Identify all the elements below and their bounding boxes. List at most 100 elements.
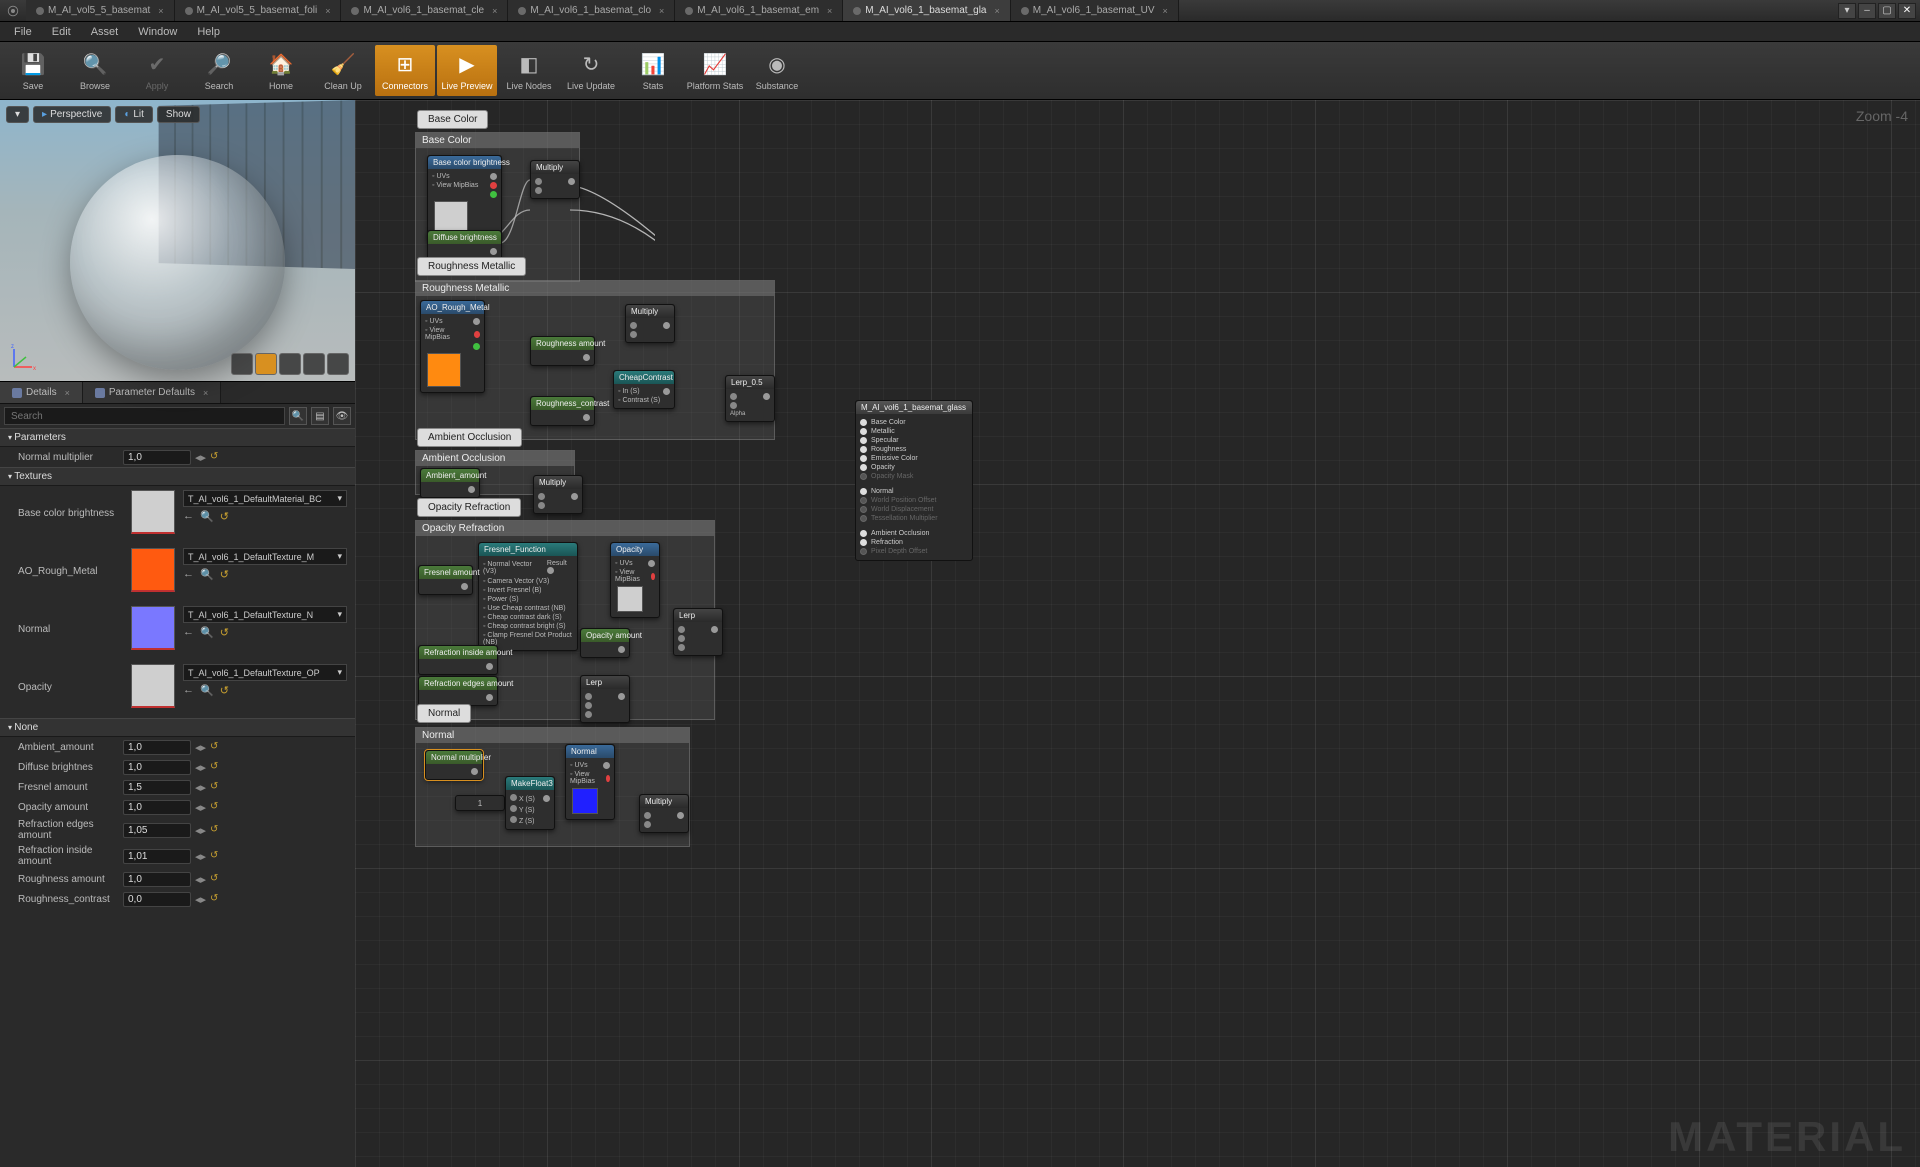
- perspective-button[interactable]: ▸Perspective: [33, 106, 111, 123]
- document-tab[interactable]: M_AI_vol5_5_basemat_foli×: [175, 0, 342, 21]
- reset-icon[interactable]: ↺: [210, 741, 222, 753]
- node-constant-1[interactable]: 1: [455, 795, 505, 811]
- reset-icon[interactable]: ↺: [210, 850, 222, 862]
- menu-file[interactable]: File: [4, 24, 42, 40]
- use-selected-icon[interactable]: ←: [183, 568, 194, 581]
- live-preview-button[interactable]: ▶Live Preview: [437, 45, 497, 96]
- reset-icon[interactable]: ↺: [220, 626, 229, 639]
- output-pin[interactable]: Roughness: [860, 445, 968, 454]
- output-pin[interactable]: Metallic: [860, 427, 968, 436]
- output-pin[interactable]: Ambient Occlusion: [860, 529, 968, 538]
- category-textures[interactable]: Textures: [0, 467, 355, 486]
- save-button[interactable]: 💾Save: [3, 45, 63, 96]
- node-normal-multiplier[interactable]: Normal multiplier: [425, 750, 483, 780]
- spinner-icon[interactable]: ◂▸: [195, 850, 206, 863]
- document-tab[interactable]: M_AI_vol6_1_basemat_cle×: [341, 0, 508, 21]
- reset-icon[interactable]: ↺: [220, 684, 229, 697]
- tab-parameter-defaults[interactable]: Parameter Defaults×: [83, 382, 221, 403]
- document-tab[interactable]: M_AI_vol6_1_basemat_clo×: [508, 0, 675, 21]
- teapot-shape-button[interactable]: [327, 353, 349, 375]
- output-pin[interactable]: Specular: [860, 436, 968, 445]
- comment-ao[interactable]: Ambient Occlusion: [417, 428, 522, 447]
- node-base-color-brightness[interactable]: Base color brightness ◦ UVs ◦ View MipBi…: [427, 155, 502, 241]
- close-icon[interactable]: ×: [325, 6, 330, 16]
- output-pin[interactable]: Normal: [860, 487, 968, 496]
- document-tab[interactable]: M_AI_vol6_1_basemat_UV×: [1011, 0, 1179, 21]
- comment-normal[interactable]: Normal: [417, 704, 471, 723]
- scalar-input[interactable]: [123, 780, 191, 795]
- node-fresnel-function[interactable]: Fresnel_Function ◦ Normal Vector (V3)Res…: [478, 542, 578, 651]
- node-multiply[interactable]: Multiply: [639, 794, 689, 833]
- document-tab[interactable]: M_AI_vol6_1_basemat_em×: [675, 0, 843, 21]
- use-selected-icon[interactable]: ←: [183, 626, 194, 639]
- reset-icon[interactable]: ↺: [210, 781, 222, 793]
- show-button[interactable]: Show: [157, 106, 200, 123]
- spinner-icon[interactable]: ◂▸: [195, 893, 206, 906]
- texture-picker[interactable]: T_AI_vol6_1_DefaultTexture_M▾: [183, 548, 347, 565]
- view-options-button[interactable]: ▤: [311, 407, 329, 425]
- output-pin[interactable]: Tessellation Multiplier: [860, 514, 968, 523]
- category-none[interactable]: None: [0, 718, 355, 737]
- menu-help[interactable]: Help: [187, 24, 230, 40]
- scalar-input[interactable]: [123, 892, 191, 907]
- close-icon[interactable]: ×: [492, 6, 497, 16]
- browse-icon[interactable]: 🔍: [200, 510, 214, 523]
- cube-shape-button[interactable]: [303, 353, 325, 375]
- scalar-input[interactable]: [123, 823, 191, 838]
- output-pin[interactable]: Refraction: [860, 538, 968, 547]
- spinner-icon[interactable]: ◂▸: [195, 824, 206, 837]
- node-multiply[interactable]: Multiply: [530, 160, 580, 199]
- menu-asset[interactable]: Asset: [81, 24, 129, 40]
- spinner-icon[interactable]: ◂▸: [195, 451, 206, 464]
- node-roughness-amount[interactable]: Roughness amount: [530, 336, 595, 366]
- close-icon[interactable]: ×: [659, 6, 664, 16]
- down-arrow-icon[interactable]: ▾: [1838, 3, 1856, 19]
- spinner-icon[interactable]: ◂▸: [195, 801, 206, 814]
- scalar-input[interactable]: [123, 800, 191, 815]
- filter-button[interactable]: 👁: [333, 407, 351, 425]
- reset-icon[interactable]: ↺: [210, 801, 222, 813]
- apply-button[interactable]: ✔Apply: [127, 45, 187, 96]
- comment-opacity[interactable]: Opacity Refraction: [417, 498, 521, 517]
- close-icon[interactable]: ×: [158, 6, 163, 16]
- texture-thumbnail[interactable]: [131, 664, 175, 708]
- node-multiply[interactable]: Multiply: [533, 475, 583, 514]
- node-refraction-inside[interactable]: Refraction inside amount: [418, 645, 498, 675]
- texture-thumbnail[interactable]: [131, 548, 175, 592]
- search-button[interactable]: 🔎Search: [189, 45, 249, 96]
- close-icon[interactable]: ×: [203, 388, 208, 398]
- live-nodes-button[interactable]: ◧Live Nodes: [499, 45, 559, 96]
- plane-shape-button[interactable]: [279, 353, 301, 375]
- tab-details[interactable]: Details×: [0, 382, 83, 403]
- node-opacity-texture[interactable]: Opacity ◦ UVs ◦ View MipBias: [610, 542, 660, 618]
- reset-icon[interactable]: ↺: [210, 893, 222, 905]
- scalar-input[interactable]: [123, 849, 191, 864]
- reset-icon[interactable]: ↺: [220, 510, 229, 523]
- output-pin[interactable]: World Displacement: [860, 505, 968, 514]
- texture-picker[interactable]: T_AI_vol6_1_DefaultMaterial_BC▾: [183, 490, 347, 507]
- comment-roughness[interactable]: Roughness Metallic: [417, 257, 526, 276]
- use-selected-icon[interactable]: ←: [183, 684, 194, 697]
- close-icon[interactable]: ×: [827, 6, 832, 16]
- output-pin[interactable]: Emissive Color: [860, 454, 968, 463]
- close-button[interactable]: ✕: [1898, 3, 1916, 19]
- material-graph[interactable]: Zoom -4 MATERIAL: [355, 100, 1920, 1167]
- category-parameters[interactable]: Parameters: [0, 428, 355, 447]
- output-pin[interactable]: Pixel Depth Offset: [860, 547, 968, 556]
- browse-icon[interactable]: 🔍: [200, 568, 214, 581]
- node-lerp05[interactable]: Lerp_0.5 Alpha: [725, 375, 775, 422]
- menu-edit[interactable]: Edit: [42, 24, 81, 40]
- reset-icon[interactable]: ↺: [210, 761, 222, 773]
- node-ao-rough-metal[interactable]: AO_Rough_Metal ◦ UVs ◦ View MipBias: [420, 300, 485, 393]
- texture-picker[interactable]: T_AI_vol6_1_DefaultTexture_N▾: [183, 606, 347, 623]
- spinner-icon[interactable]: ◂▸: [195, 741, 206, 754]
- output-pin[interactable]: Opacity Mask: [860, 472, 968, 481]
- substance-button[interactable]: ◉Substance: [747, 45, 807, 96]
- close-icon[interactable]: ×: [995, 6, 1000, 16]
- browse-button[interactable]: 🔍Browse: [65, 45, 125, 96]
- node-refraction-edges[interactable]: Refraction edges amount: [418, 676, 498, 706]
- output-pin[interactable]: World Position Offset: [860, 496, 968, 505]
- texture-picker[interactable]: T_AI_vol6_1_DefaultTexture_OP▾: [183, 664, 347, 681]
- document-tab[interactable]: M_AI_vol6_1_basemat_gla×: [843, 0, 1010, 21]
- search-icon[interactable]: 🔍: [289, 407, 307, 425]
